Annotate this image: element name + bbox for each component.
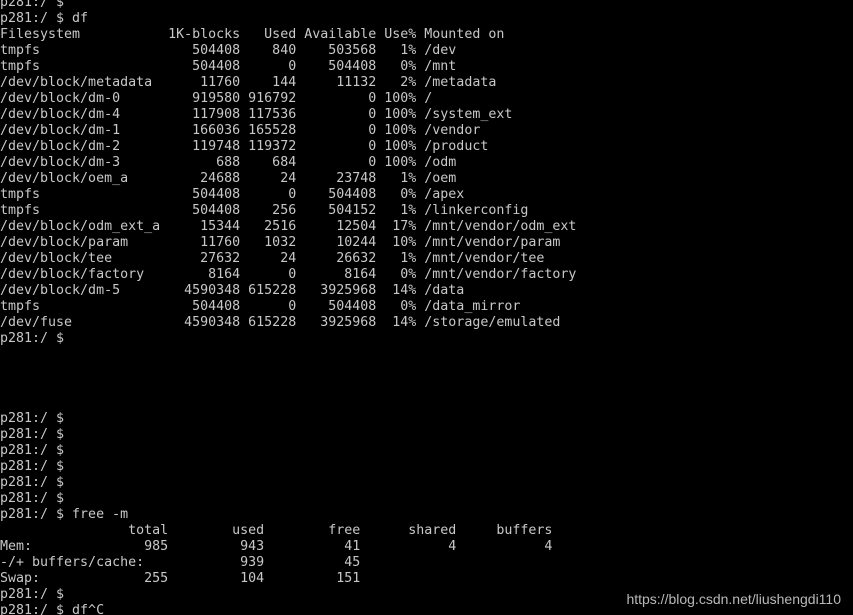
terminal-line: tmpfs 504408 840 503568 1% /dev: [0, 43, 457, 58]
terminal-line: /dev/block/dm-0 919580 916792 0 100% /: [0, 91, 433, 106]
terminal-line: p281:/ $: [0, 491, 65, 506]
terminal-line: /dev/block/dm-5 4590348 615228 3925968 1…: [0, 283, 465, 298]
terminal-line: p281:/ $ df: [0, 11, 89, 26]
terminal-line: tmpfs 504408 0 504408 0% /apex: [0, 187, 465, 202]
terminal-line: tmpfs 504408 0 504408 0% /mnt: [0, 59, 457, 74]
terminal-line: p281:/ $: [0, 411, 65, 426]
terminal-line: tmpfs 504408 256 504152 1% /linkerconfig: [0, 203, 529, 218]
terminal-line: p281:/ $: [0, 331, 65, 346]
terminal-line: -/+ buffers/cache: 939 45: [0, 555, 361, 570]
terminal-line: Mem: 985 943 41 4 4: [0, 539, 553, 554]
terminal-line: /dev/block/tee 27632 24 26632 1% /mnt/ve…: [0, 251, 545, 266]
terminal-line: total used free shared buffers: [0, 523, 553, 538]
terminal-line: p281:/ $: [0, 0, 65, 10]
terminal-line: /dev/block/dm-1 166036 165528 0 100% /ve…: [0, 123, 481, 138]
terminal-line: p281:/ $ free -m: [0, 507, 129, 522]
terminal-line: p281:/ $: [0, 443, 65, 458]
terminal-line: /dev/fuse 4590348 615228 3925968 14% /st…: [0, 315, 561, 330]
terminal-line: /dev/block/dm-4 117908 117536 0 100% /sy…: [0, 107, 513, 122]
terminal-line: /dev/block/factory 8164 0 8164 0% /mnt/v…: [0, 267, 577, 282]
terminal-output[interactable]: p281:/ $ p281:/ $ df Filesystem 1K-block…: [0, 0, 853, 615]
terminal-line: /dev/block/dm-2 119748 119372 0 100% /pr…: [0, 139, 489, 154]
terminal-line: /dev/block/param 11760 1032 10244 10% /m…: [0, 235, 561, 250]
terminal-line: /dev/block/oem_a 24688 24 23748 1% /oem: [0, 171, 457, 186]
terminal-line: Filesystem 1K-blocks Used Available Use%…: [0, 27, 505, 42]
terminal-line: /dev/block/odm_ext_a 15344 2516 12504 17…: [0, 219, 577, 234]
terminal-line: p281:/ $: [0, 459, 65, 474]
terminal-line: p281:/ $: [0, 427, 65, 442]
terminal-line: p281:/ $: [0, 475, 65, 490]
terminal-line: tmpfs 504408 0 504408 0% /data_mirror: [0, 299, 521, 314]
terminal-line: Swap: 255 104 151: [0, 571, 361, 586]
terminal-line: /dev/block/dm-3 688 684 0 100% /odm: [0, 155, 457, 170]
terminal-line: /dev/block/metadata 11760 144 11132 2% /…: [0, 75, 497, 90]
blog-watermark: https://blog.csdn.net/liushengdi110: [626, 591, 841, 607]
